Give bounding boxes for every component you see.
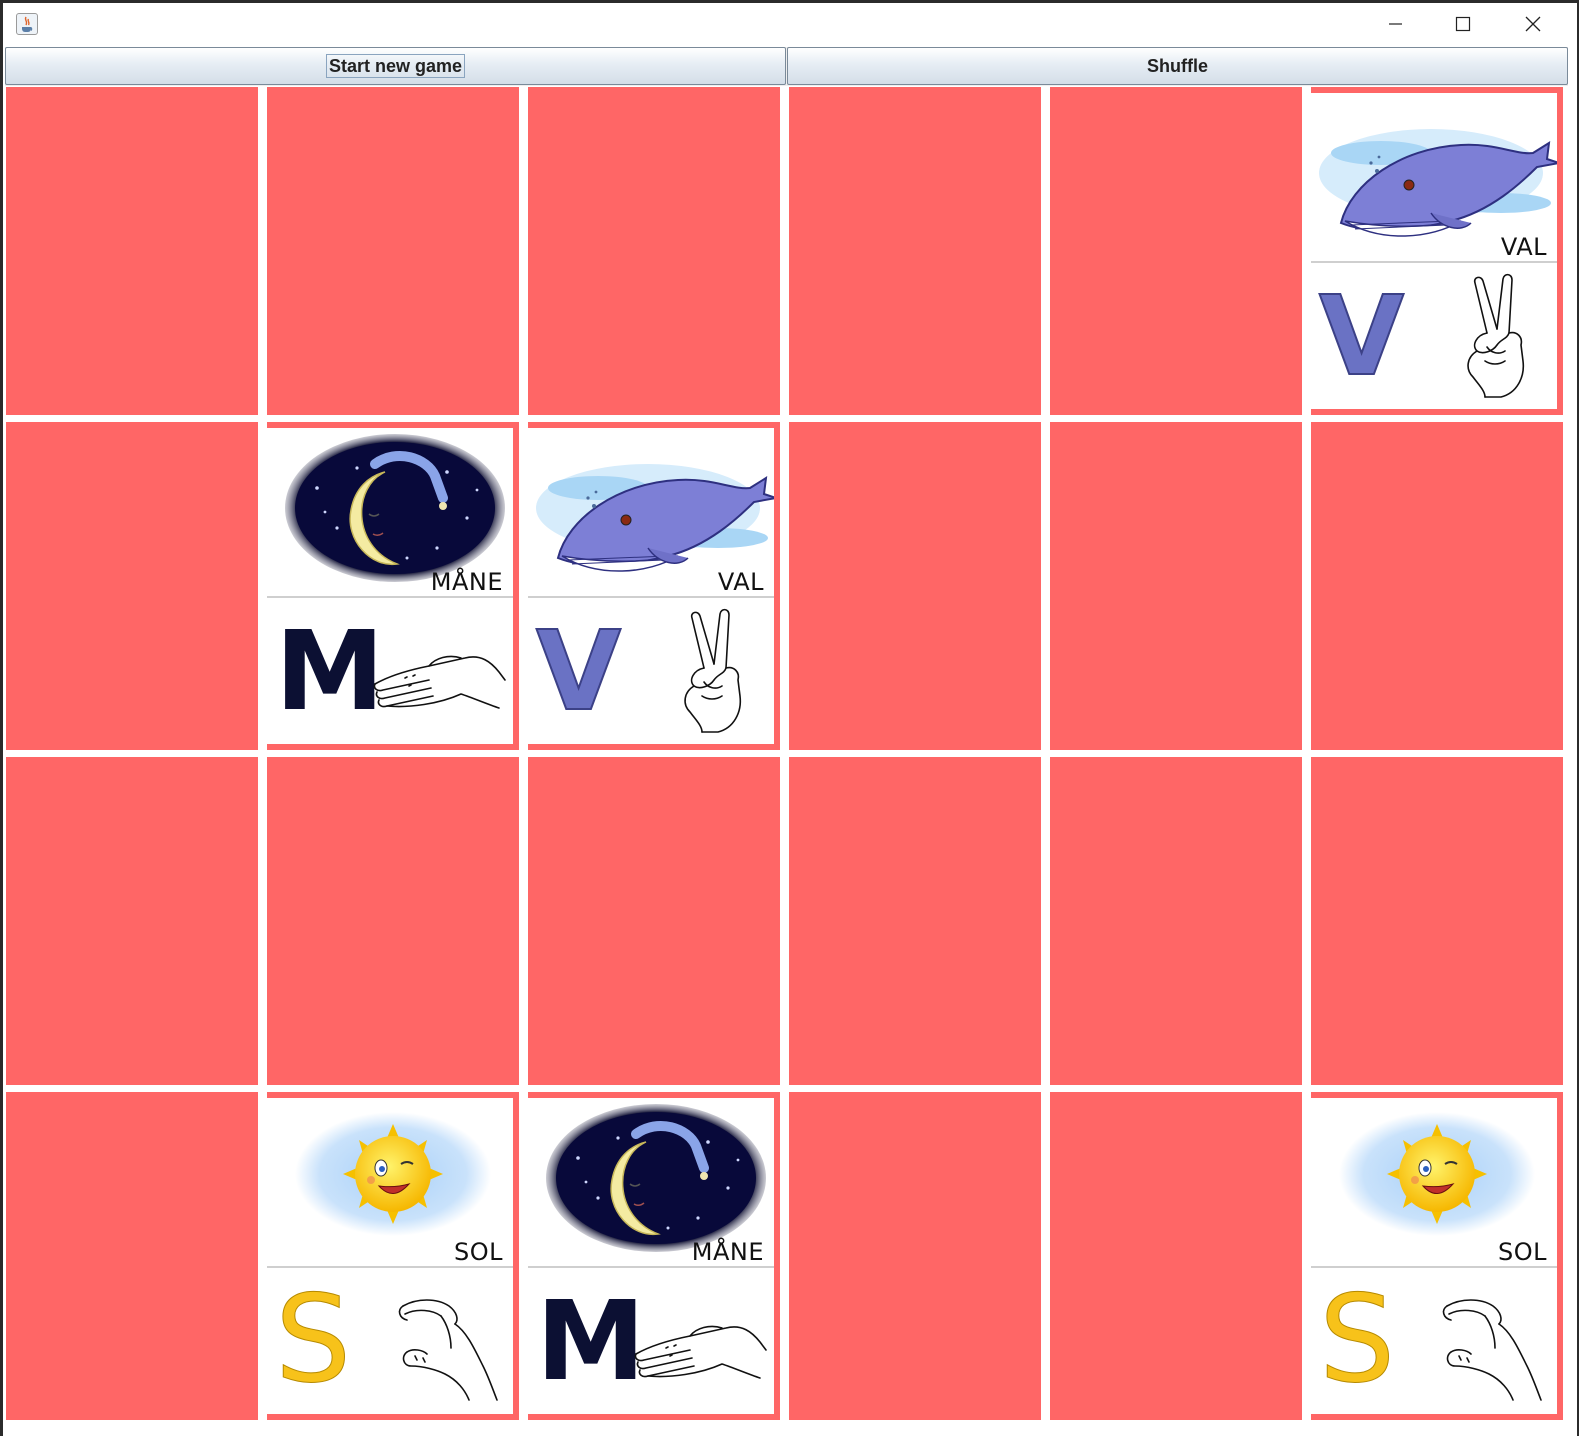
card-divider (1311, 1266, 1557, 1268)
card-grid: VAL V MÅNE M VAL V SOL S MÅNE M SOL S (6, 87, 1569, 1433)
memory-card-revealed[interactable]: VAL V (528, 422, 780, 750)
memory-card-hidden[interactable] (789, 1092, 1041, 1420)
memory-card-hidden[interactable] (789, 757, 1041, 1085)
memory-card-revealed[interactable]: SOL S (267, 1092, 519, 1420)
sign-hand (369, 628, 509, 723)
memory-card-hidden[interactable] (6, 87, 258, 415)
shuffle-label: Shuffle (1147, 55, 1208, 76)
card-word: SOL (1498, 1238, 1547, 1266)
memory-card-hidden[interactable] (1050, 422, 1302, 750)
card-divider (528, 1266, 774, 1268)
memory-game-window: Start new game Shuffle VAL V MÅNE M VAL … (3, 3, 1577, 1436)
card-face: SOL S (267, 1098, 513, 1414)
start-new-game-button[interactable]: Start new game (5, 47, 786, 85)
java-app-icon (16, 13, 38, 35)
card-word: MÅNE (691, 1238, 764, 1266)
title-bar[interactable] (3, 3, 1577, 45)
close-button[interactable] (1499, 3, 1567, 45)
sign-hand-s-icon (398, 1299, 498, 1401)
card-divider (267, 1266, 513, 1268)
sign-hand (393, 1294, 503, 1409)
card-face: VAL V (1311, 93, 1557, 409)
memory-card-hidden[interactable] (528, 757, 780, 1085)
toolbar: Start new game Shuffle (5, 47, 1568, 86)
sign-hand-s-icon (1442, 1299, 1542, 1401)
card-word: MÅNE (430, 568, 503, 596)
sign-hand-v-icon (684, 608, 742, 733)
sign-hand-m-icon (373, 655, 506, 709)
card-letter: V (535, 606, 622, 736)
start-new-game-label: Start new game (325, 54, 466, 78)
memory-card-revealed[interactable]: MÅNE M (528, 1092, 780, 1420)
memory-card-hidden[interactable] (789, 87, 1041, 415)
card-word: VAL (717, 568, 764, 596)
sign-hand (674, 608, 764, 743)
memory-card-hidden[interactable] (1050, 87, 1302, 415)
card-face: SOL S (1311, 1098, 1557, 1414)
maximize-button[interactable] (1429, 3, 1497, 45)
card-face: MÅNE M (528, 1098, 774, 1414)
card-divider (267, 596, 513, 598)
memory-card-revealed[interactable]: MÅNE M (267, 422, 519, 750)
card-face: MÅNE M (267, 428, 513, 744)
minimize-button[interactable] (1361, 3, 1429, 45)
memory-card-hidden[interactable] (1311, 422, 1563, 750)
memory-card-hidden[interactable] (267, 87, 519, 415)
close-icon (1525, 16, 1541, 32)
card-divider (1311, 261, 1557, 263)
card-divider (528, 596, 774, 598)
memory-card-hidden[interactable] (789, 422, 1041, 750)
memory-card-revealed[interactable]: VAL V (1311, 87, 1563, 415)
sign-hand-m-icon (634, 1325, 767, 1379)
memory-card-hidden[interactable] (528, 87, 780, 415)
card-letter: V (1318, 271, 1405, 401)
memory-card-hidden[interactable] (1050, 757, 1302, 1085)
card-face: VAL V (528, 428, 774, 744)
sign-hand (630, 1298, 770, 1393)
memory-card-hidden[interactable] (6, 1092, 258, 1420)
memory-card-hidden[interactable] (6, 757, 258, 1085)
memory-card-revealed[interactable]: SOL S (1311, 1092, 1563, 1420)
sign-hand (1437, 1294, 1547, 1409)
maximize-icon (1455, 16, 1471, 32)
memory-card-hidden[interactable] (6, 422, 258, 750)
card-letter: S (1318, 1271, 1396, 1410)
card-word: SOL (454, 1238, 503, 1266)
shuffle-button[interactable]: Shuffle (787, 47, 1568, 85)
card-letter: S (274, 1271, 352, 1410)
minimize-icon (1389, 23, 1402, 25)
card-word: VAL (1500, 233, 1547, 261)
memory-card-hidden[interactable] (1311, 757, 1563, 1085)
memory-card-hidden[interactable] (1050, 1092, 1302, 1420)
sign-hand (1457, 273, 1547, 408)
sign-hand-v-icon (1467, 273, 1525, 398)
memory-card-hidden[interactable] (267, 757, 519, 1085)
